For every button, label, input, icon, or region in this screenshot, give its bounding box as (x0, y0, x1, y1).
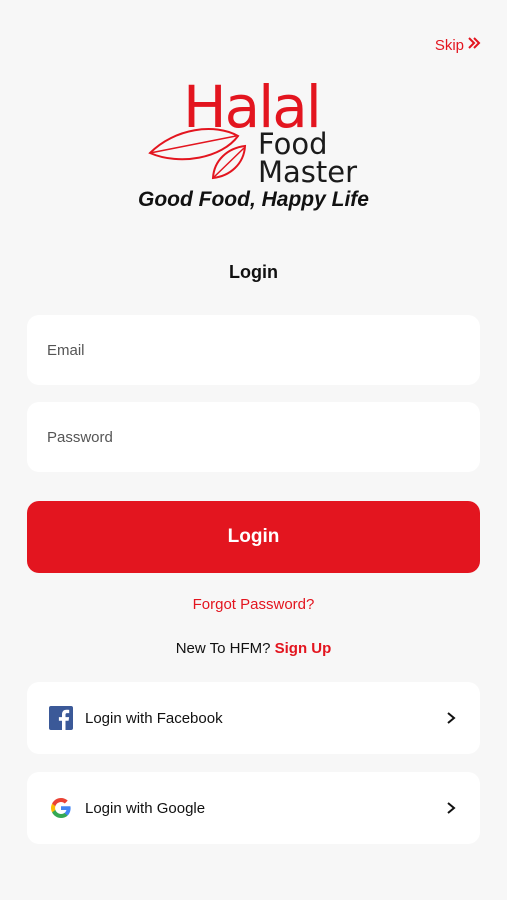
password-field[interactable] (27, 402, 480, 472)
signup-link[interactable]: Sign Up (275, 640, 332, 657)
page-title: Login (229, 262, 278, 282)
login-facebook-button[interactable]: Login with Facebook (27, 682, 480, 754)
google-label: Login with Google (85, 799, 206, 817)
email-field-container (27, 315, 480, 385)
password-field-container (27, 402, 480, 472)
skip-button[interactable]: Skip (435, 36, 481, 54)
tagline: Good Food, Happy Life (138, 188, 369, 211)
brand-master: Master (258, 155, 358, 189)
email-field[interactable] (27, 315, 480, 385)
forgot-password-link[interactable]: Forgot Password? (0, 596, 507, 613)
brand-logo: Halal Food Master Good Food, Happy Life (0, 78, 507, 218)
signup-prompt-text: New To HFM? (175, 640, 271, 657)
chevron-right-icon (444, 801, 458, 815)
signup-prompt: New To HFM? Sign Up (0, 640, 507, 657)
facebook-icon (49, 706, 73, 730)
facebook-label: Login with Facebook (85, 709, 223, 727)
google-icon (49, 796, 73, 820)
double-chevron-right-icon (467, 36, 481, 54)
chevron-right-icon (444, 711, 458, 725)
login-button[interactable]: Login (27, 501, 480, 573)
login-google-button[interactable]: Login with Google (27, 772, 480, 844)
skip-label: Skip (434, 36, 464, 54)
